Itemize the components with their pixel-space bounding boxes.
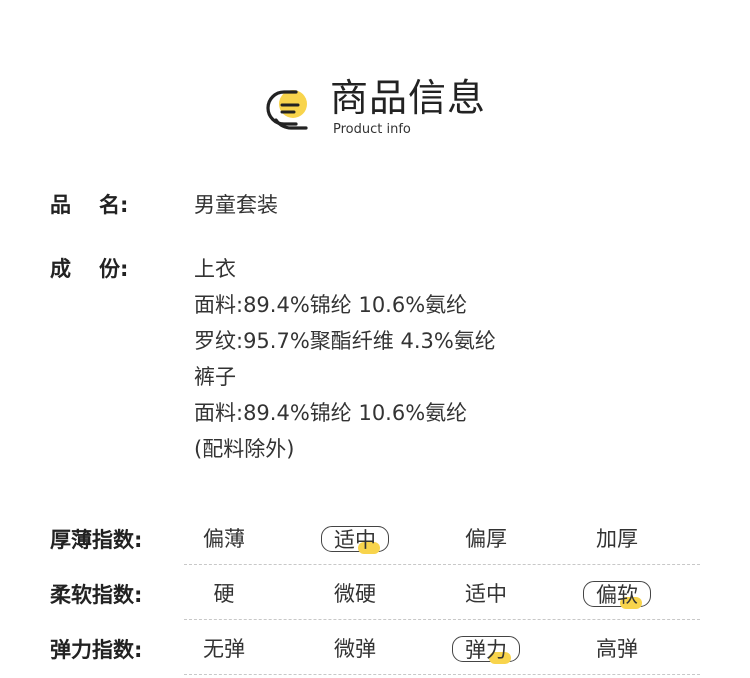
section-header: 商品信息 Product info <box>266 76 526 138</box>
composition-line: 面料:89.4%锦纶 10.6%氨纶 <box>194 401 468 425</box>
thickness-option: 偏厚 <box>465 527 507 551</box>
elasticity-scale: 弹力指数: 无弹 微弹 弹力 高弹 <box>50 626 700 675</box>
thickness-label: 厚薄指数: <box>50 528 143 552</box>
product-name-label: 品名: <box>50 193 129 217</box>
thickness-option: 加厚 <box>596 527 638 551</box>
thickness-option: 偏薄 <box>203 527 245 551</box>
elasticity-option: 微弹 <box>334 637 376 661</box>
softness-label: 柔软指数: <box>50 583 143 607</box>
elasticity-option: 无弹 <box>203 637 245 661</box>
list-bubble-icon <box>266 90 308 130</box>
elasticity-option: 高弹 <box>596 637 638 661</box>
softness-option: 偏软 <box>583 581 651 609</box>
softness-options: 硬 微硬 适中 偏软 <box>184 571 700 620</box>
composition-label: 成份: <box>50 257 129 281</box>
softness-option: 适中 <box>465 582 507 606</box>
product-name-value: 男童套装 <box>194 193 278 217</box>
composition-line: 上衣 <box>194 257 236 281</box>
softness-scale: 柔软指数: 硬 微硬 适中 偏软 <box>50 571 700 620</box>
elasticity-options: 无弹 微弹 弹力 高弹 <box>184 626 700 675</box>
composition-line: 裤子 <box>194 365 236 389</box>
composition-line: 面料:89.4%锦纶 10.6%氨纶 <box>194 293 468 317</box>
composition-line: (配料除外) <box>194 437 295 461</box>
composition-line: 罗纹:95.7%聚酯纤维 4.3%氨纶 <box>194 329 496 353</box>
section-title: 商品信息 <box>330 76 487 120</box>
softness-option: 微硬 <box>334 582 376 606</box>
elasticity-option: 弹力 <box>452 636 520 664</box>
softness-option: 硬 <box>213 582 235 606</box>
section-subtitle: Product info <box>333 122 411 137</box>
thickness-option: 适中 <box>321 526 389 554</box>
elasticity-label: 弹力指数: <box>50 638 143 662</box>
thickness-options: 偏薄 适中 偏厚 加厚 <box>184 516 700 565</box>
composition-value: 上衣 面料:89.4%锦纶 10.6%氨纶 罗纹:95.7%聚酯纤维 4.3%氨… <box>194 251 614 467</box>
thickness-scale: 厚薄指数: 偏薄 适中 偏厚 加厚 <box>50 516 700 565</box>
